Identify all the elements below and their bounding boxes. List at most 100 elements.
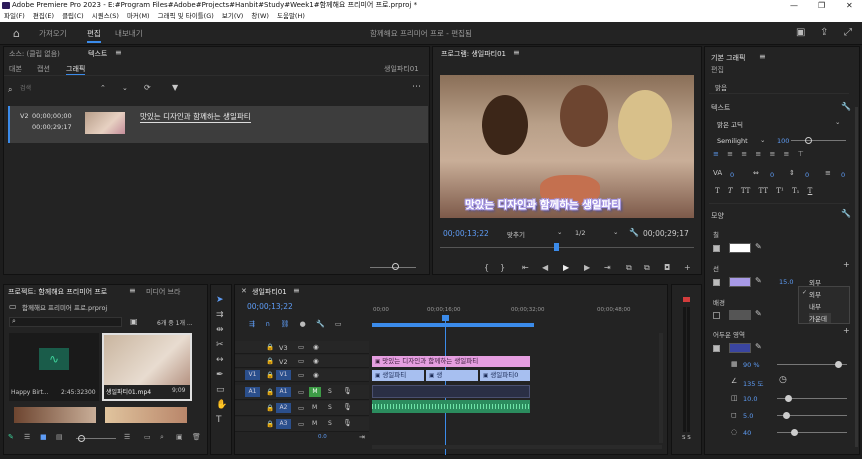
shadow-blur-value[interactable]: 40 xyxy=(743,429,751,437)
up-arrow-icon[interactable]: ⌃ xyxy=(100,84,106,92)
marker-icon[interactable]: ● xyxy=(300,320,306,328)
tab-export[interactable]: 내보내기 xyxy=(115,28,143,39)
track-select-icon[interactable]: ⇉ xyxy=(216,310,224,320)
menu-marker[interactable]: 마커(M) xyxy=(127,12,150,20)
lock-icon[interactable]: 🔒 xyxy=(266,420,274,428)
top-align-icon[interactable]: ⊤ xyxy=(798,150,804,158)
scrub-bar[interactable] xyxy=(440,247,694,248)
font-dropdown[interactable]: 맑은 고딕 xyxy=(717,119,743,129)
ripple-edit-icon[interactable]: ⇹ xyxy=(216,325,224,335)
all-caps-icon[interactable]: TT xyxy=(741,187,750,195)
mic-icon[interactable]: 🎙 xyxy=(343,387,352,395)
background-color-swatch[interactable] xyxy=(729,310,751,320)
list-view-icon[interactable]: ☰ xyxy=(24,433,30,441)
menu-sequence[interactable]: 시퀀스(S) xyxy=(92,12,119,20)
layer-name[interactable]: 맑음 xyxy=(715,82,727,92)
rectangle-icon[interactable]: ▭ xyxy=(216,385,225,395)
nest-icon[interactable]: ⇶ xyxy=(249,320,255,328)
fullscreen-icon[interactable]: ⤢ xyxy=(844,27,852,38)
baseline-value[interactable]: 0 xyxy=(841,171,845,179)
timeline-tab[interactable]: 생일파티01 xyxy=(252,287,287,297)
align-right-icon[interactable]: ≡ xyxy=(741,150,747,158)
mute-button[interactable]: M xyxy=(309,387,321,397)
tab-project[interactable]: 프로젝트: 함께해요 프리미어 프로 xyxy=(8,287,107,297)
search-input[interactable] xyxy=(20,83,92,93)
add-stroke-icon[interactable]: + xyxy=(843,260,850,269)
stroke-color-swatch[interactable] xyxy=(729,277,751,287)
font-size-value[interactable]: 100 xyxy=(777,137,789,145)
new-bin-icon[interactable]: ▣ xyxy=(176,433,183,441)
clip-audio[interactable] xyxy=(372,400,530,413)
panel-menu-icon[interactable]: ≡ xyxy=(115,48,122,57)
menu-option-outer[interactable]: 외부 xyxy=(809,289,821,299)
shadow-distance-value[interactable]: 10.0 xyxy=(743,395,757,403)
chevron-down-icon[interactable]: ⌄ xyxy=(760,136,765,144)
step-back-icon[interactable]: ◀ xyxy=(542,263,548,272)
sync-icon[interactable]: ▭ xyxy=(298,420,304,428)
fill-checkbox[interactable] xyxy=(713,245,720,252)
menu-option-center[interactable]: 가운데 xyxy=(809,313,831,323)
solo-button[interactable]: S xyxy=(328,420,332,427)
sync-icon[interactable]: ▭ xyxy=(298,343,304,351)
icon-view-icon[interactable]: ■ xyxy=(40,433,47,441)
settings-icon[interactable]: 🔧 xyxy=(629,228,639,237)
timeline-scroll-v[interactable] xyxy=(659,333,663,443)
style-dropdown[interactable]: Semilight xyxy=(717,137,748,145)
home-icon[interactable]: ⌂ xyxy=(13,27,20,40)
menu-graphics[interactable]: 그래픽 및 타이틀(G) xyxy=(158,12,214,20)
clip-transition-lane[interactable] xyxy=(372,385,530,398)
mute-button[interactable]: M xyxy=(312,420,317,427)
linked-icon[interactable]: ⛓ xyxy=(280,320,289,328)
step-forward-icon[interactable]: ▶ xyxy=(584,263,590,272)
superscript-icon[interactable]: T¹ xyxy=(776,187,783,195)
subscript-icon[interactable]: T₁ xyxy=(792,187,799,195)
lock-icon[interactable]: 🔒 xyxy=(266,404,274,412)
font-size-slider[interactable] xyxy=(791,140,846,141)
background-checkbox[interactable] xyxy=(713,312,720,319)
menu-clip[interactable]: 클립(C) xyxy=(62,12,84,20)
stroke-width-value[interactable]: 15.0 xyxy=(779,278,793,286)
chevron-down-icon[interactable]: ⌄ xyxy=(613,228,618,236)
mic-icon[interactable]: 🎙 xyxy=(343,419,352,427)
align-center-icon[interactable]: ≡ xyxy=(727,150,733,158)
menu-help[interactable]: 도움말(H) xyxy=(277,12,305,20)
hand-icon[interactable]: ✋ xyxy=(216,400,227,410)
selection-tool-icon[interactable]: ➤ xyxy=(216,295,224,305)
playhead-handle[interactable] xyxy=(442,315,449,321)
freeform-view-icon[interactable]: ▤ xyxy=(56,433,63,441)
eye-icon[interactable]: ◉ xyxy=(313,357,319,365)
resolution-dropdown[interactable]: 1/2 xyxy=(575,229,585,237)
tab-source[interactable]: 소스: (클립 없음) xyxy=(9,49,60,59)
pencil-icon[interactable]: ✎ xyxy=(8,433,14,441)
scrub-playhead[interactable] xyxy=(554,243,559,251)
shadow-checkbox[interactable] xyxy=(713,345,720,352)
shadow-blur-knob[interactable] xyxy=(791,429,798,436)
tab-text[interactable]: 텍스트 xyxy=(88,49,107,59)
minimize-button[interactable]: — xyxy=(790,0,798,11)
eye-icon[interactable]: ◉ xyxy=(313,343,319,351)
captions-icon[interactable]: ▭ xyxy=(335,320,342,328)
lock-icon[interactable]: 🔒 xyxy=(266,343,274,351)
underline-icon[interactable]: T xyxy=(808,187,813,195)
lock-icon[interactable]: 🔒 xyxy=(266,357,274,365)
shadow-size-knob[interactable] xyxy=(783,412,790,419)
align-left-icon[interactable]: ≡ xyxy=(713,150,719,158)
down-arrow-icon[interactable]: ⌄ xyxy=(122,84,128,92)
bin-icon[interactable]: ▣ xyxy=(130,317,138,326)
mix-value[interactable]: 0.0 xyxy=(318,434,327,440)
eyedropper-icon[interactable]: ✎ xyxy=(755,309,762,318)
menu-file[interactable]: 파일(F) xyxy=(4,12,25,20)
sort-icon[interactable]: ☰ xyxy=(124,433,130,441)
play-icon[interactable]: ▶ xyxy=(563,263,569,272)
add-button-icon[interactable]: + xyxy=(684,263,691,272)
chevron-down-icon[interactable]: ⌄ xyxy=(835,118,840,126)
source-patch-a1[interactable]: A1 xyxy=(245,387,260,397)
menu-option-inner[interactable]: 내부 xyxy=(809,301,821,311)
sync-icon[interactable]: ▭ xyxy=(298,404,304,412)
leading-value[interactable]: 0 xyxy=(805,171,809,179)
refresh-icon[interactable]: ⟳ xyxy=(144,83,151,92)
mark-in-icon[interactable]: { xyxy=(484,263,489,272)
shadow-opacity-knob[interactable] xyxy=(835,361,842,368)
tab-media-browser[interactable]: 미디어 브라 xyxy=(146,287,180,297)
track-name[interactable]: A3 xyxy=(276,419,291,429)
